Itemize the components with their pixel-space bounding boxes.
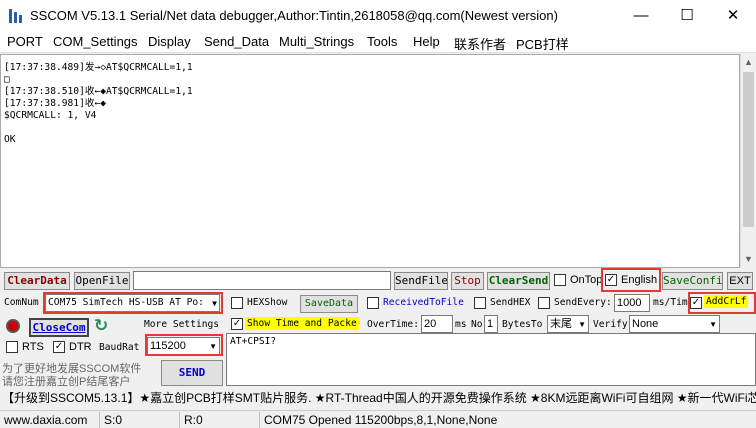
hex-show-label: HEXShow <box>247 297 288 308</box>
maximize-button[interactable]: ☐ <box>664 0 710 31</box>
menu-contact-author[interactable]: 联系作者 <box>454 34 506 53</box>
com-num-label: ComNum <box>4 297 39 308</box>
scroll-thumb[interactable] <box>743 72 754 227</box>
rts-checkbox[interactable] <box>6 341 18 353</box>
clear-send-button[interactable]: ClearSend <box>487 272 550 290</box>
status-received-count: R:0 <box>184 413 203 427</box>
save-config-button[interactable]: SaveConfig <box>662 272 723 290</box>
file-path-input[interactable] <box>133 271 391 290</box>
more-settings-label[interactable]: More Settings <box>144 319 219 330</box>
status-port-info: COM75 Opened 115200bps,8,1,None,None <box>264 413 498 427</box>
refresh-icon[interactable]: ↻ <box>94 316 108 336</box>
on-top-checkbox[interactable] <box>554 274 566 286</box>
on-top-label: OnTop <box>570 274 603 286</box>
over-time-input[interactable]: 20 <box>421 315 453 333</box>
highlight-box <box>688 292 756 314</box>
output-line: □ <box>4 74 10 85</box>
bytes-to-value: 末尾 <box>550 318 572 330</box>
menu-tools[interactable]: Tools <box>367 34 397 49</box>
scroll-up-icon[interactable]: ▲ <box>744 57 753 67</box>
vertical-scrollbar[interactable]: ▲ ▼ <box>740 54 756 268</box>
show-time-label: Show Time and Packe <box>245 317 359 330</box>
menu-help[interactable]: Help <box>413 34 440 49</box>
dtr-checkbox[interactable]: ✓ <box>53 341 65 353</box>
bytes-to-label: BytesTo <box>502 319 543 330</box>
close-button[interactable]: ✕ <box>710 0 756 31</box>
send-every-checkbox[interactable] <box>538 297 550 309</box>
ms-tim-label: ms/Tim <box>653 297 688 308</box>
no-label: No <box>471 319 483 330</box>
dtr-label: DTR <box>69 341 92 353</box>
send-button[interactable]: SEND <box>161 360 223 386</box>
send-file-button[interactable]: SendFile <box>394 272 448 290</box>
title-bar: SSCOM V5.13.1 Serial/Net data debugger,A… <box>0 0 756 31</box>
ext-button[interactable]: EXT <box>727 272 753 290</box>
status-divider <box>179 412 180 428</box>
menu-bar: PORT COM_Settings Display Send_Data Mult… <box>0 31 756 53</box>
port-status-icon <box>6 319 20 333</box>
output-line: $QCRMCALL: 1, V4 <box>4 110 97 121</box>
receive-output[interactable]: [17:37:38.489]发→◇AT$QCRMCALL=1,1 □ [17:37:… <box>0 54 740 268</box>
status-divider <box>259 412 260 428</box>
chevron-down-icon: ▼ <box>709 320 717 329</box>
chevron-down-icon: ▼ <box>578 320 586 329</box>
over-time-label: OverTime: <box>367 319 419 330</box>
minimize-button[interactable]: — <box>618 0 664 31</box>
close-com-button[interactable]: CloseCom <box>29 318 89 337</box>
ms-label: ms <box>455 319 467 330</box>
bytes-to-select[interactable]: 末尾 ▼ <box>547 315 589 333</box>
received-to-file-checkbox[interactable] <box>367 297 379 309</box>
send-every-label: SendEvery: <box>554 297 612 308</box>
promo-line-2[interactable]: 请您注册嘉立创P结尾客户 <box>2 373 130 389</box>
output-line: [17:37:38.489]发→◇AT$QCRMCALL=1,1 <box>4 62 193 73</box>
highlight-box <box>43 292 223 314</box>
status-bar: www.daxia.com S:0 R:0 COM75 Opened 11520… <box>0 410 756 428</box>
highlight-box <box>145 334 223 356</box>
output-line: OK <box>4 134 16 145</box>
menu-send-data[interactable]: Send_Data <box>204 34 269 49</box>
menu-pcb-proofing[interactable]: PCB打样 <box>516 34 569 53</box>
verify-label: Verify <box>593 319 628 330</box>
status-sent-count: S:0 <box>104 413 123 427</box>
highlight-box <box>601 268 661 292</box>
menu-display[interactable]: Display <box>148 34 191 49</box>
output-line: [17:37:38.981]收←◆ <box>4 98 107 109</box>
app-icon <box>8 8 22 24</box>
baud-rate-label: BaudRat <box>99 342 140 353</box>
no-input[interactable]: 1 <box>484 315 498 333</box>
window-title: SSCOM V5.13.1 Serial/Net data debugger,A… <box>30 8 558 23</box>
show-time-checkbox[interactable]: ✓ <box>231 318 243 330</box>
hex-show-checkbox[interactable] <box>231 297 243 309</box>
status-divider <box>99 412 100 428</box>
send-hex-checkbox[interactable] <box>474 297 486 309</box>
output-line: [17:37:38.510]收←◆AT$QCRMCALL=1,1 <box>4 86 193 97</box>
open-file-button[interactable]: OpenFile <box>74 272 130 290</box>
received-to-file-label: ReceivedToFile <box>383 297 464 308</box>
verify-value: None <box>632 318 659 330</box>
menu-multi-strings[interactable]: Multi_Strings <box>279 34 354 49</box>
verify-select[interactable]: None ▼ <box>629 315 720 333</box>
news-ticker[interactable]: 【升级到SSCOM5.13.1】★嘉立创PCB打样SMT贴片服务. ★RT-Th… <box>0 389 756 407</box>
menu-com-settings[interactable]: COM_Settings <box>53 34 138 49</box>
send-text-area[interactable]: AT+CPSI? <box>226 333 756 386</box>
clear-data-button[interactable]: ClearData <box>4 272 70 290</box>
send-every-input[interactable]: 1000 <box>614 294 650 312</box>
stop-button[interactable]: Stop <box>451 272 484 290</box>
menu-port[interactable]: PORT <box>7 34 43 49</box>
save-data-button[interactable]: SaveData <box>300 295 358 313</box>
rts-label: RTS <box>22 341 44 353</box>
status-website[interactable]: www.daxia.com <box>4 413 87 427</box>
send-hex-label: SendHEX <box>490 297 531 308</box>
scroll-down-icon[interactable]: ▼ <box>744 254 753 264</box>
